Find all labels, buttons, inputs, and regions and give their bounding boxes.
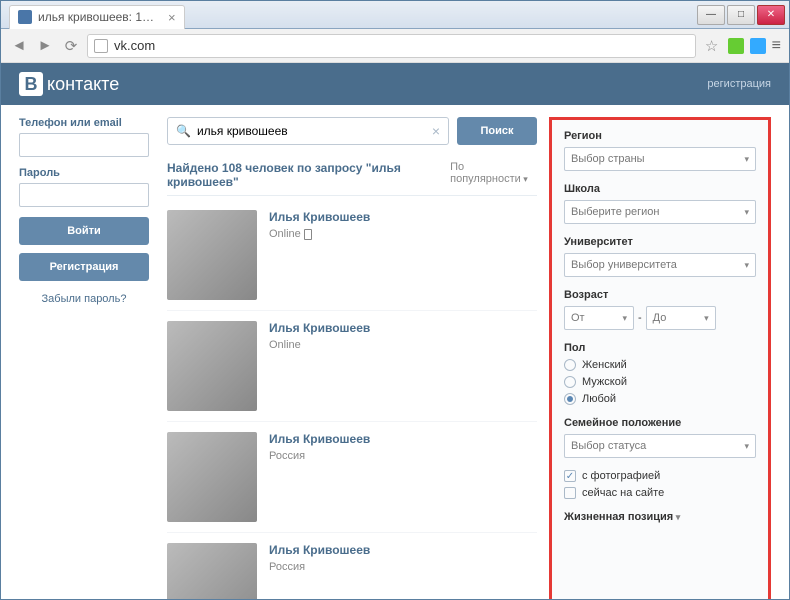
vk-header: В контакте регистрация: [1, 63, 789, 105]
filter-age-from-select[interactable]: От: [564, 306, 634, 330]
address-bar: ◄ ► ⟳ vk.com ☆ ≡: [1, 29, 789, 63]
filter-school-select[interactable]: Выберите регион: [564, 200, 756, 224]
extension-icon-2[interactable]: [750, 38, 766, 54]
register-button[interactable]: Регистрация: [19, 253, 149, 281]
avatar[interactable]: [167, 210, 257, 300]
person-row: Илья Кривошеев Россия: [167, 533, 537, 599]
window-close-button[interactable]: ✕: [757, 5, 785, 25]
browser-tab[interactable]: илья кривошеев: 108 по… ×: [9, 5, 185, 29]
mobile-icon: [304, 229, 312, 240]
filter-region-select[interactable]: Выбор страны: [564, 147, 756, 171]
person-name[interactable]: Илья Кривошеев: [269, 432, 370, 446]
login-button[interactable]: Войти: [19, 217, 149, 245]
tab-title: илья кривошеев: 108 по…: [38, 10, 158, 24]
person-name[interactable]: Илья Кривошеев: [269, 321, 370, 335]
search-button[interactable]: Поиск: [457, 117, 537, 145]
avatar[interactable]: [167, 321, 257, 411]
back-icon[interactable]: ◄: [9, 36, 29, 56]
vk-logo-text: контакте: [47, 74, 119, 95]
person-status: Online: [269, 228, 370, 240]
filter-school-label: Школа: [564, 183, 756, 195]
extension-icon[interactable]: [728, 38, 744, 54]
person-status: Россия: [269, 450, 370, 462]
titlebar: илья кривошеев: 108 по… × — □ ✕: [1, 1, 789, 29]
search-box[interactable]: 🔍 ×: [167, 117, 449, 145]
url-text: vk.com: [114, 38, 155, 53]
person-name[interactable]: Илья Кривошеев: [269, 543, 370, 557]
person-status: Россия: [269, 561, 370, 573]
search-input[interactable]: [197, 124, 432, 138]
online-now-checkbox[interactable]: сейчас на сайте: [564, 487, 756, 499]
star-icon[interactable]: ☆: [702, 36, 722, 56]
filters-panel: Регион Выбор страны Школа Выберите регио…: [549, 117, 771, 599]
vk-logo[interactable]: В контакте: [19, 72, 119, 96]
menu-icon[interactable]: ≡: [772, 37, 781, 55]
login-label: Телефон или email: [19, 117, 149, 129]
filter-gender-label: Пол: [564, 342, 756, 354]
reload-icon[interactable]: ⟳: [61, 36, 81, 56]
clear-search-icon[interactable]: ×: [432, 123, 440, 139]
filter-age-to-select[interactable]: До: [646, 306, 716, 330]
window-minimize-button[interactable]: —: [697, 5, 725, 25]
gender-any-radio[interactable]: Любой: [564, 393, 756, 405]
gender-male-radio[interactable]: Мужской: [564, 376, 756, 388]
page-body: В контакте регистрация Телефон или email…: [1, 63, 789, 599]
registration-link[interactable]: регистрация: [707, 78, 771, 90]
avatar[interactable]: [167, 432, 257, 522]
gender-female-radio[interactable]: Женский: [564, 359, 756, 371]
person-row: Илья Кривошеев Online: [167, 311, 537, 422]
person-row: Илья Кривошеев Россия: [167, 422, 537, 533]
password-input[interactable]: [19, 183, 149, 207]
page-icon: [94, 39, 108, 53]
person-row: Илья Кривошеев Online: [167, 200, 537, 311]
tab-close-icon[interactable]: ×: [168, 10, 176, 25]
password-label: Пароль: [19, 167, 149, 179]
forward-icon[interactable]: ►: [35, 36, 55, 56]
filter-age-label: Возраст: [564, 289, 756, 301]
login-input[interactable]: [19, 133, 149, 157]
filter-region-label: Регион: [564, 130, 756, 142]
avatar[interactable]: [167, 543, 257, 599]
with-photo-checkbox[interactable]: ✓с фотографией: [564, 470, 756, 482]
favicon: [18, 10, 32, 24]
vk-logo-icon: В: [19, 72, 43, 96]
person-status: Online: [269, 339, 370, 351]
sort-dropdown[interactable]: По популярности: [450, 161, 537, 189]
age-separator: -: [638, 312, 642, 324]
url-input[interactable]: vk.com: [87, 34, 696, 58]
filter-relationship-label: Семейное положение: [564, 417, 756, 429]
app-window: илья кривошеев: 108 по… × — □ ✕ ◄ ► ⟳ vk…: [0, 0, 790, 600]
filter-university-label: Университет: [564, 236, 756, 248]
filter-relationship-select[interactable]: Выбор статуса: [564, 434, 756, 458]
forgot-password-link[interactable]: Забыли пароль?: [19, 293, 149, 305]
login-sidebar: Телефон или email Пароль Войти Регистрац…: [19, 117, 149, 599]
person-name[interactable]: Илья Кривошеев: [269, 210, 370, 224]
results-count: Найдено 108 человек по запросу "илья кри…: [167, 161, 450, 189]
window-maximize-button[interactable]: □: [727, 5, 755, 25]
results-column: 🔍 × Поиск Найдено 108 человек по запросу…: [167, 117, 537, 599]
filter-university-select[interactable]: Выбор университета: [564, 253, 756, 277]
search-icon: 🔍: [176, 124, 191, 138]
filter-life-position-toggle[interactable]: Жизненная позиция: [564, 511, 756, 523]
